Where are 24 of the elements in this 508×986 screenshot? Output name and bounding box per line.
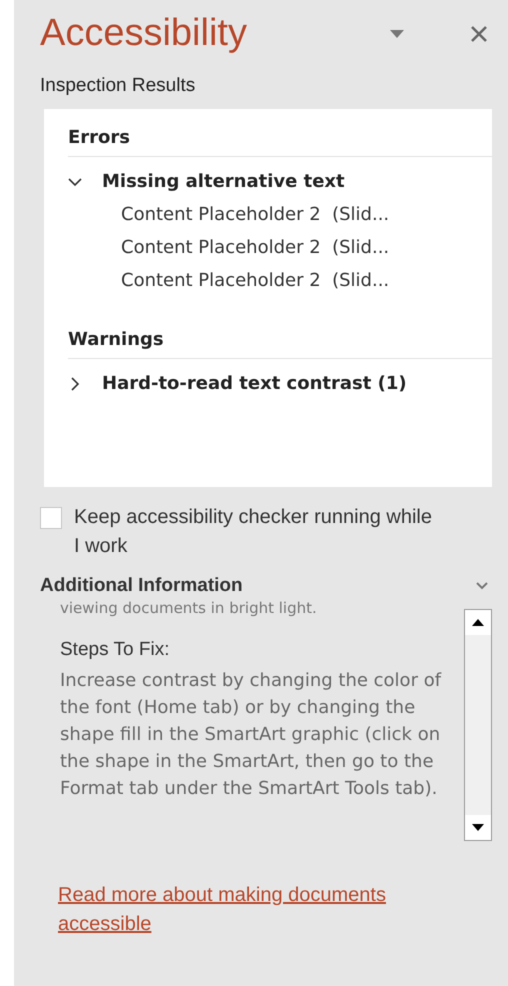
- close-icon: [470, 24, 488, 42]
- down-arrow-icon: [472, 824, 484, 831]
- issue-item[interactable]: Content Placeholder 2 (Slid...: [68, 198, 492, 231]
- issue-item[interactable]: Content Placeholder 2 (Slid...: [68, 231, 492, 264]
- section-title: Inspection Results: [40, 75, 196, 97]
- checkbox-label: Keep accessibility checker running while I work: [74, 505, 433, 559]
- up-arrow-icon: [472, 619, 484, 626]
- category-heading: Warnings: [68, 317, 492, 359]
- checkbox[interactable]: [40, 507, 62, 529]
- scrollbar[interactable]: [464, 609, 492, 841]
- steps-heading: Steps To Fix:: [60, 639, 170, 661]
- scroll-up-button[interactable]: [465, 610, 491, 635]
- issue-group[interactable]: Hard-to-read text contrast (1): [68, 359, 492, 400]
- category-heading: Errors: [68, 115, 492, 157]
- issue-item[interactable]: Content Placeholder 2 (Slid...: [68, 264, 492, 297]
- info-text: viewing documents in bright light.: [60, 599, 318, 617]
- pane-title: Accessibility: [40, 12, 248, 55]
- caret-icon: [390, 30, 404, 38]
- scroll-down-button[interactable]: [465, 815, 491, 840]
- steps-text: Increase contrast by changing the color of the font (Home tab) or by changing the shape fill in the SmartArt graphic (click on the shape in the SmartArt, then go to the Format tab under the SmartArt Tools tab).: [60, 669, 442, 801]
- section-heading: Additional Information: [40, 575, 243, 597]
- chevron-icon: [476, 582, 488, 590]
- issue-group[interactable]: Missing alternative text: [68, 157, 492, 198]
- help-link[interactable]: Read more about making documents accessible: [58, 881, 458, 939]
